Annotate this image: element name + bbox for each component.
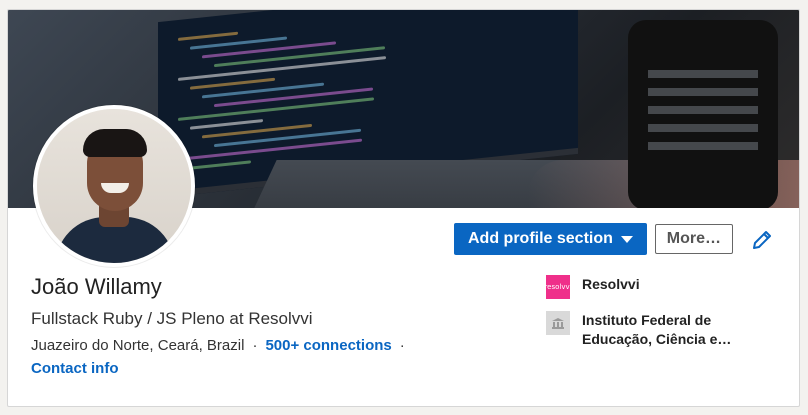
- experience-item-instituto[interactable]: Instituto Federal de Educação, Ciência e…: [546, 311, 742, 349]
- profile-card: Add profile section More… João Willamy F…: [7, 9, 800, 407]
- profile-actions: Add profile section More…: [454, 223, 733, 255]
- cover-code-line: [178, 138, 362, 161]
- cover-code-line: [178, 31, 238, 41]
- experience-label: Resolvvi: [582, 276, 640, 292]
- profile-headline: Fullstack Ruby / JS Pleno at Resolvvi: [31, 309, 313, 328]
- connections-link[interactable]: 500+ connections: [265, 337, 391, 354]
- more-button[interactable]: More…: [654, 224, 733, 254]
- cover-code-line: [214, 87, 373, 108]
- separator-dot: ·: [399, 337, 405, 354]
- school-icon: [546, 311, 570, 335]
- experience-item-resolvvi[interactable]: resolvvi Resolvvi: [544, 275, 742, 299]
- add-profile-section-label: Add profile section: [468, 230, 613, 247]
- add-profile-section-button[interactable]: Add profile section: [454, 223, 647, 255]
- location-row: Juazeiro do Norte, Ceará, Brazil · 500+ …: [31, 337, 405, 354]
- profile-location: Juazeiro do Norte, Ceará, Brazil: [31, 337, 245, 354]
- resolvvi-logo: resolvvi: [544, 275, 572, 299]
- contact-info-link[interactable]: Contact info: [31, 360, 119, 377]
- cover-code-line: [190, 119, 263, 130]
- cover-code-line: [190, 160, 251, 170]
- cover-code-line: [214, 46, 385, 68]
- cover-mug-print: [648, 70, 758, 160]
- experience-label: Instituto Federal de Educação, Ciência e…: [582, 312, 732, 347]
- avatar[interactable]: [33, 105, 195, 267]
- caret-down-icon: [620, 235, 633, 243]
- cover-code-line: [178, 97, 374, 121]
- profile-name: João Willamy: [31, 274, 162, 299]
- pencil-icon[interactable]: [750, 228, 774, 252]
- cover-code-line: [190, 77, 275, 90]
- separator-dot: ·: [252, 337, 258, 354]
